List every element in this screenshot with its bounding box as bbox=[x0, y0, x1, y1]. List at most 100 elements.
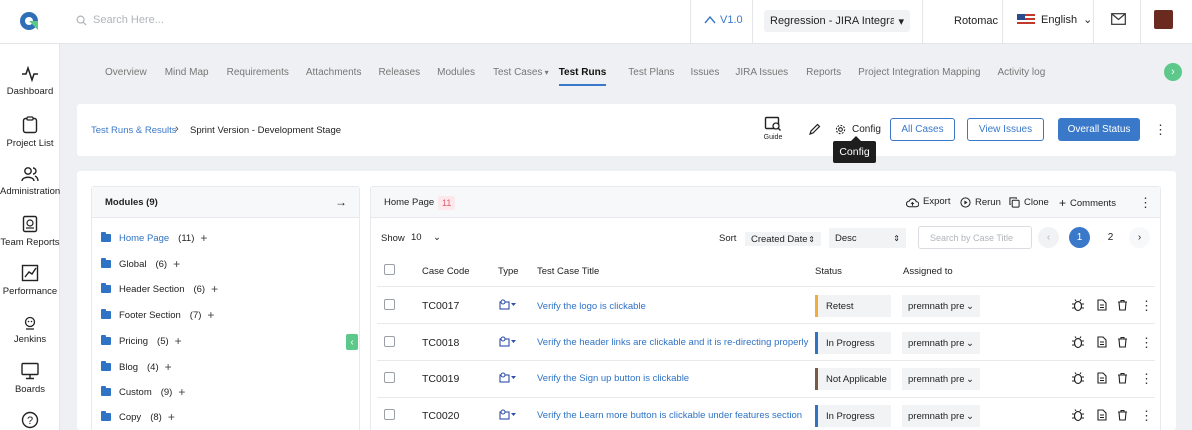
status-badge[interactable]: Not Applicable bbox=[815, 368, 891, 390]
row-checkbox[interactable] bbox=[384, 372, 395, 383]
type-icon[interactable] bbox=[499, 372, 517, 386]
case-search-input[interactable]: Search by Case Title bbox=[918, 226, 1032, 249]
document-icon[interactable] bbox=[1097, 299, 1107, 314]
sidebar-item-dashboard[interactable]: Dashboard bbox=[0, 66, 60, 97]
sidebar-item-project-list[interactable]: Project List bbox=[0, 116, 60, 149]
plus-icon[interactable]: + bbox=[207, 308, 214, 322]
tab-mind-map[interactable]: Mind Map bbox=[165, 67, 209, 86]
assignee-select[interactable]: premnath prem⌄ bbox=[902, 332, 980, 354]
module-item-pricing[interactable]: Pricing (5) + bbox=[101, 334, 182, 348]
module-item-copy[interactable]: Copy (8) + bbox=[101, 410, 175, 424]
row-checkbox[interactable] bbox=[384, 299, 395, 310]
trash-icon[interactable] bbox=[1117, 336, 1128, 351]
prev-page-button[interactable]: ‹ bbox=[1038, 227, 1059, 248]
config-button[interactable]: Config bbox=[835, 124, 881, 135]
sidebar-item-administration[interactable]: Administration bbox=[0, 166, 60, 197]
tab-overview[interactable]: Overview bbox=[105, 67, 147, 86]
arrow-right-icon[interactable]: → bbox=[335, 195, 347, 209]
plus-icon[interactable]: + bbox=[211, 282, 218, 296]
tab-jira-issues[interactable]: JIRA Issues bbox=[735, 67, 788, 86]
document-icon[interactable] bbox=[1097, 409, 1107, 424]
page-button-2[interactable]: 2 bbox=[1100, 227, 1121, 248]
plus-icon[interactable]: + bbox=[175, 334, 182, 348]
more-vertical-icon[interactable]: ⋮ bbox=[1154, 123, 1167, 136]
page-size-select[interactable]: 10 ⌄ bbox=[411, 232, 441, 243]
case-title-link[interactable]: Verify the Learn more button is clickabl… bbox=[537, 410, 802, 421]
trash-icon[interactable] bbox=[1117, 409, 1128, 424]
bug-icon[interactable] bbox=[1071, 409, 1085, 425]
assignee-select[interactable]: premnath prem⌄ bbox=[902, 368, 980, 390]
type-icon[interactable] bbox=[499, 299, 517, 313]
tab-test-cases[interactable]: Test Cases ▾ bbox=[493, 67, 549, 86]
bug-icon[interactable] bbox=[1071, 372, 1085, 388]
column-header-status[interactable]: Status bbox=[815, 266, 842, 277]
user-name[interactable]: Rotomac bbox=[954, 15, 998, 27]
type-icon[interactable] bbox=[499, 409, 517, 423]
more-vertical-icon[interactable]: ⋮ bbox=[1140, 409, 1153, 422]
module-item-header-section[interactable]: Header Section (6) + bbox=[101, 282, 218, 296]
sidebar-item-jenkins[interactable]: Jenkins bbox=[0, 316, 60, 345]
tab-project-integration-mapping[interactable]: Project Integration Mapping bbox=[858, 67, 980, 86]
case-title-link[interactable]: Verify the header links are clickable an… bbox=[537, 337, 808, 348]
all-cases-button[interactable]: All Cases bbox=[890, 118, 955, 141]
document-icon[interactable] bbox=[1097, 336, 1107, 351]
pencil-icon[interactable] bbox=[809, 123, 821, 138]
sort-order-select[interactable]: Desc ⇕ bbox=[829, 228, 906, 248]
plus-icon[interactable]: + bbox=[165, 360, 172, 374]
plus-icon[interactable]: + bbox=[178, 385, 185, 399]
tab-activity-log[interactable]: Activity log bbox=[997, 67, 1045, 86]
tab-releases[interactable]: Releases bbox=[378, 67, 420, 86]
sidebar-item-performance[interactable]: Performance bbox=[0, 264, 60, 297]
status-badge[interactable]: Retest bbox=[815, 295, 891, 317]
trash-icon[interactable] bbox=[1117, 299, 1128, 314]
clone-button[interactable]: Clone bbox=[1009, 197, 1049, 208]
comments-button[interactable]: + Comments bbox=[1059, 197, 1116, 209]
chevron-right-icon[interactable]: › bbox=[1164, 63, 1182, 81]
status-badge[interactable]: In Progress bbox=[815, 405, 891, 427]
more-vertical-icon[interactable]: ⋮ bbox=[1140, 372, 1153, 385]
breadcrumb-link[interactable]: Test Runs & Results bbox=[91, 125, 177, 136]
export-button[interactable]: Export bbox=[906, 196, 950, 208]
select-all-checkbox[interactable] bbox=[384, 264, 395, 275]
tab-modules[interactable]: Modules bbox=[437, 67, 475, 86]
column-header-type[interactable]: Type bbox=[498, 266, 519, 277]
tab-test-runs[interactable]: Test Runs bbox=[558, 67, 607, 86]
tab-requirements[interactable]: Requirements bbox=[227, 67, 289, 86]
column-header-code[interactable]: Case Code bbox=[422, 266, 470, 277]
bug-icon[interactable] bbox=[1071, 336, 1085, 352]
module-item-custom[interactable]: Custom (9) + bbox=[101, 385, 185, 399]
type-icon[interactable] bbox=[499, 336, 517, 350]
module-item-global[interactable]: Global (6) + bbox=[101, 257, 180, 271]
column-header-title[interactable]: Test Case Title bbox=[537, 266, 599, 277]
tab-test-plans[interactable]: Test Plans bbox=[628, 67, 674, 86]
case-title-link[interactable]: Verify the Sign up button is clickable bbox=[537, 373, 689, 384]
rerun-button[interactable]: Rerun bbox=[960, 197, 1001, 208]
more-vertical-icon[interactable]: ⋮ bbox=[1140, 299, 1153, 312]
document-icon[interactable] bbox=[1097, 372, 1107, 387]
tab-attachments[interactable]: Attachments bbox=[306, 67, 362, 86]
status-badge[interactable]: In Progress bbox=[815, 332, 891, 354]
row-checkbox[interactable] bbox=[384, 409, 395, 420]
tab-reports[interactable]: Reports bbox=[806, 67, 841, 86]
page-button-1[interactable]: 1 bbox=[1069, 227, 1090, 248]
global-search[interactable]: Search Here... bbox=[76, 14, 164, 26]
module-item-footer-section[interactable]: Footer Section (7) + bbox=[101, 308, 214, 322]
module-item-home-page[interactable]: Home Page (11) + bbox=[101, 231, 207, 245]
column-header-assigned[interactable]: Assigned to bbox=[903, 266, 953, 277]
language-select[interactable]: English ⌄ bbox=[1017, 13, 1092, 26]
module-item-blog[interactable]: Blog (4) + bbox=[101, 360, 172, 374]
help-icon[interactable]: ? bbox=[0, 411, 60, 430]
trash-icon[interactable] bbox=[1117, 372, 1128, 387]
avatar[interactable] bbox=[1154, 10, 1173, 29]
case-title-link[interactable]: Verify the logo is clickable bbox=[537, 301, 646, 312]
next-page-button[interactable]: › bbox=[1129, 227, 1150, 248]
mail-icon[interactable] bbox=[1111, 13, 1126, 28]
more-vertical-icon[interactable]: ⋮ bbox=[1139, 196, 1152, 209]
app-logo-icon[interactable] bbox=[18, 10, 40, 32]
assignee-select[interactable]: premnath prem⌄ bbox=[902, 405, 980, 427]
bug-icon[interactable] bbox=[1071, 299, 1085, 315]
guide-button[interactable]: Guide bbox=[762, 116, 784, 141]
view-issues-button[interactable]: View Issues bbox=[967, 118, 1044, 141]
sidebar-item-boards[interactable]: Boards bbox=[0, 362, 60, 395]
sort-field-select[interactable]: Created Date ⇕ bbox=[745, 232, 821, 246]
